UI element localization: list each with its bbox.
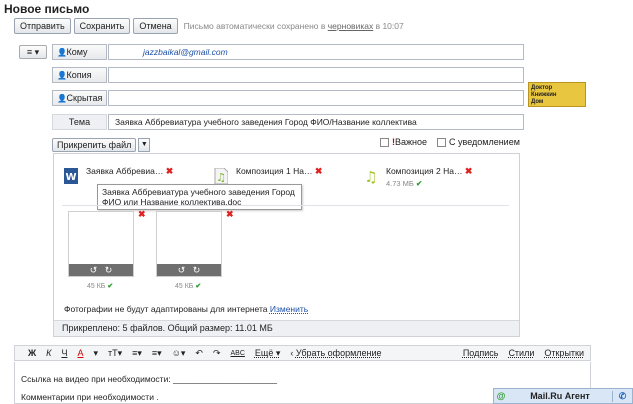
- list-button[interactable]: ≡▾: [147, 348, 167, 359]
- check-icon: ✔: [107, 283, 114, 290]
- rotate-left-icon[interactable]: ↺: [178, 265, 186, 275]
- subject-field[interactable]: Заявка Аббревиатура учебного заведения Г…: [108, 114, 524, 130]
- attach-file-button[interactable]: Прикрепить файл: [52, 138, 137, 152]
- drafts-link[interactable]: черновиках: [328, 21, 373, 31]
- message-options: !Важное С уведомлением: [380, 137, 520, 148]
- attachment-size: 4.73 МБ ✔: [386, 179, 423, 188]
- bcc-label-button[interactable]: 👤 Скрытая: [52, 90, 107, 106]
- person-icon: 👤: [57, 71, 67, 80]
- attachment-name: Композиция 1 На… ✖: [236, 166, 323, 176]
- photo-size: 45 КБ ✔: [175, 283, 202, 290]
- spellcheck-icon[interactable]: ABC: [226, 350, 250, 357]
- cc-row: 👤 Копия: [14, 67, 524, 83]
- photo-thumbnail[interactable]: ↺ ↻: [68, 211, 134, 277]
- subject-label: Тема: [52, 114, 107, 130]
- agent-label: Mail.Ru Агент: [530, 391, 590, 401]
- compose-toolbar: Отправить Сохранить Отмена Письмо автома…: [14, 16, 621, 36]
- autosave-status: Письмо автоматически сохранено в чернови…: [183, 21, 404, 31]
- photo-size: 45 КБ ✔: [87, 283, 114, 290]
- notify-checkbox[interactable]: [437, 138, 447, 148]
- redo-icon[interactable]: ↷: [208, 348, 226, 359]
- word-doc-icon: W: [64, 168, 78, 184]
- attachment-name: Заявка Аббревиа… ✖: [86, 166, 174, 176]
- signature-link[interactable]: Подпись: [463, 348, 499, 358]
- agent-status-icon: @: [496, 391, 506, 401]
- body-line: Ссылка на видео при необходимости: _____…: [21, 374, 278, 384]
- photo-note: Фотографии не будут адаптированы для инт…: [64, 304, 309, 314]
- filename-tooltip: Заявка Аббревиатура учебного заведения Г…: [97, 184, 302, 210]
- to-field[interactable]: jazzbaikal@gmail.com: [108, 44, 524, 60]
- remove-icon[interactable]: ✖: [166, 166, 174, 176]
- attach-controls: Прикрепить файл ▼: [52, 138, 151, 152]
- text-color-button[interactable]: А: [72, 348, 88, 358]
- subject-row: Тема Заявка Аббревиатура учебного заведе…: [14, 114, 524, 130]
- editor-extras: Подпись Стили Открытки: [463, 348, 590, 358]
- cc-field[interactable]: [108, 67, 524, 83]
- page-title: Новое письмо: [4, 2, 90, 16]
- bcc-field[interactable]: [108, 90, 524, 106]
- person-icon: 👤: [57, 48, 67, 57]
- undo-icon[interactable]: ↶: [190, 348, 208, 359]
- cc-label-button[interactable]: 👤 Копия: [52, 67, 107, 83]
- check-icon: ✔: [195, 283, 202, 290]
- remove-icon[interactable]: ✖: [315, 166, 323, 176]
- smiley-icon[interactable]: ☺▾: [167, 348, 191, 359]
- ad-banner[interactable]: Доктор Книжкин Дом: [528, 82, 586, 107]
- mailru-agent-bar[interactable]: @ Mail.Ru Агент ✆: [493, 388, 633, 404]
- svg-text:♫: ♫: [364, 168, 377, 184]
- attachments-panel: W Заявка Аббревиа… ✖ ♫ Композиция 1 На… …: [53, 153, 520, 337]
- change-link[interactable]: Изменить: [270, 304, 308, 314]
- font-size-button[interactable]: тТ▾: [103, 348, 127, 359]
- rotate-right-icon[interactable]: ↻: [193, 265, 201, 275]
- important-option[interactable]: !Важное: [380, 137, 427, 148]
- remove-format-button[interactable]: ‹ Убрать оформление: [285, 348, 386, 358]
- person-icon: 👤: [57, 94, 67, 103]
- notify-option[interactable]: С уведомлением: [437, 137, 520, 148]
- attachment-name: Композиция 2 На… ✖: [386, 166, 473, 176]
- editor-toolbar: Ж К Ч А ▾ тТ▾ ≡▾ ≡▾ ☺▾ ↶ ↷ ABC Ещё ▾ ‹ У…: [14, 345, 591, 361]
- rotate-left-icon[interactable]: ↺: [90, 265, 98, 275]
- rotate-right-icon[interactable]: ↻: [105, 265, 113, 275]
- save-button[interactable]: Сохранить: [73, 18, 131, 34]
- styles-link[interactable]: Стили: [508, 348, 534, 358]
- divider: [62, 205, 509, 206]
- remove-icon[interactable]: ✖: [465, 166, 473, 176]
- important-checkbox[interactable]: [380, 138, 389, 148]
- remove-icon[interactable]: ✖: [138, 209, 146, 220]
- bcc-row: 👤 Скрытая: [14, 90, 524, 106]
- remove-icon[interactable]: ✖: [226, 209, 234, 220]
- to-label-button[interactable]: 👤 Кому: [52, 44, 107, 60]
- fields-menu-button[interactable]: ≡ ▾: [19, 45, 47, 59]
- to-row: ≡ ▾ 👤 Кому jazzbaikal@gmail.com: [14, 44, 524, 60]
- postcards-link[interactable]: Открытки: [544, 348, 584, 358]
- chevron-down-icon[interactable]: ▼: [138, 138, 151, 152]
- send-button[interactable]: Отправить: [14, 18, 71, 34]
- phone-icon[interactable]: ✆: [612, 390, 632, 402]
- cancel-button[interactable]: Отмена: [133, 18, 178, 34]
- to-recipient[interactable]: jazzbaikal@gmail.com: [115, 47, 228, 57]
- music-file-icon: ♫: [214, 168, 228, 184]
- more-button[interactable]: Ещё ▾: [250, 348, 285, 359]
- music-file-icon: ♫: [364, 168, 377, 184]
- photo-thumbnail[interactable]: ↺ ↻: [156, 211, 222, 277]
- svg-text:♫: ♫: [216, 171, 226, 184]
- attachments-summary: Прикреплено: 5 файлов. Общий размер: 11.…: [54, 320, 519, 336]
- align-button[interactable]: ≡▾: [127, 348, 147, 359]
- svg-text:W: W: [65, 172, 76, 183]
- check-icon: ✔: [415, 179, 423, 188]
- bold-button[interactable]: Ж: [23, 348, 41, 358]
- underline-button[interactable]: Ч: [56, 348, 72, 358]
- bg-color-button[interactable]: ▾: [88, 348, 103, 359]
- photo-rotate-bar: ↺ ↻: [69, 264, 133, 276]
- photo-rotate-bar: ↺ ↻: [157, 264, 221, 276]
- italic-button[interactable]: К: [41, 348, 56, 358]
